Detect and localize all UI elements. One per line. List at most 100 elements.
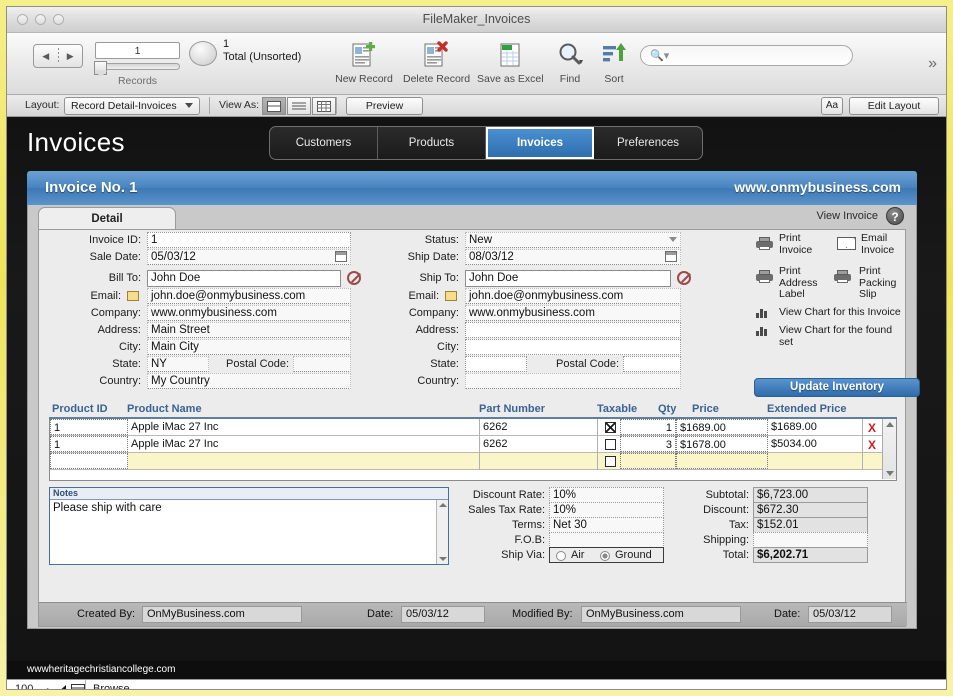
print-invoice-button[interactable]: Print Invoice xyxy=(779,232,812,256)
print-packing-slip-button[interactable]: Print Packing Slip xyxy=(859,265,896,301)
tab-customers[interactable]: Customers xyxy=(270,127,378,159)
cell-product-id[interactable] xyxy=(50,453,128,469)
ship-address-field[interactable] xyxy=(465,322,681,338)
no-drop-icon[interactable] xyxy=(677,271,691,285)
view-invoice-link[interactable]: View Invoice xyxy=(816,210,878,222)
bill-postal-field[interactable] xyxy=(293,356,351,372)
update-inventory-button[interactable]: Update Inventory xyxy=(754,378,920,397)
bill-city-field[interactable]: Main City xyxy=(147,339,351,355)
terms-field[interactable]: Net 30 xyxy=(549,517,664,533)
scroll-down-icon[interactable] xyxy=(886,471,894,476)
ship-date-field[interactable]: 08/03/12 xyxy=(465,249,681,265)
cell-qty[interactable] xyxy=(620,453,676,469)
chevron-down-icon[interactable] xyxy=(669,237,677,242)
view-chart-invoice-button[interactable]: View Chart for this Invoice xyxy=(779,306,901,319)
tab-detail[interactable]: Detail xyxy=(38,207,176,231)
delete-record-button[interactable]: Delete Record xyxy=(403,38,470,85)
table-row[interactable]: 1 Apple iMac 27 Inc 6262 1 $1689.00 $168… xyxy=(50,419,883,436)
cell-part-number[interactable] xyxy=(480,453,598,470)
ship-via-ground-radio[interactable] xyxy=(600,551,610,561)
bill-company-field[interactable]: www.onmybusiness.com xyxy=(147,305,351,321)
sales-tax-rate-field[interactable]: 10% xyxy=(549,502,664,518)
status-field[interactable]: New xyxy=(465,232,681,248)
notes-field[interactable]: Please ship with care xyxy=(53,502,162,514)
discount-rate-field[interactable]: 10% xyxy=(549,487,664,503)
cell-price[interactable] xyxy=(676,453,768,469)
view-as-list-button[interactable] xyxy=(287,97,311,115)
print-address-label-button[interactable]: Print Address Label xyxy=(779,265,818,301)
sale-date-field[interactable]: 05/03/12 xyxy=(147,249,351,265)
table-row[interactable] xyxy=(50,453,883,470)
notes-box[interactable]: Notes Please ship with care xyxy=(49,487,449,565)
cell-product-name[interactable]: Apple iMac 27 Inc xyxy=(128,419,480,436)
cell-product-name[interactable] xyxy=(128,453,480,470)
ship-company-field[interactable]: www.onmybusiness.com xyxy=(465,305,681,321)
line-items-scrollbar[interactable] xyxy=(882,419,896,479)
email-icon[interactable] xyxy=(445,291,457,301)
cell-taxable-checkbox[interactable] xyxy=(605,456,616,467)
next-record-icon[interactable]: ▶ xyxy=(59,51,83,62)
table-row[interactable]: 1 Apple iMac 27 Inc 6262 3 $1678.00 $503… xyxy=(50,436,883,453)
cell-part-number[interactable]: 6262 xyxy=(480,436,598,453)
save-as-excel-button[interactable]: Save as Excel xyxy=(477,38,544,85)
ship-state-field[interactable] xyxy=(465,356,527,372)
ship-via-group[interactable]: Air Ground xyxy=(549,547,664,563)
ship-city-field[interactable] xyxy=(465,339,681,355)
fob-field[interactable] xyxy=(549,532,664,548)
bill-address-field[interactable]: Main Street xyxy=(147,322,351,338)
record-slider-thumb[interactable] xyxy=(94,61,107,77)
layout-select[interactable]: Record Detail-Invoices xyxy=(64,97,200,115)
tab-invoices[interactable]: Invoices xyxy=(486,127,594,159)
record-navigation[interactable]: ◀ ▶ xyxy=(33,44,83,68)
text-format-button[interactable]: Aa xyxy=(821,97,843,115)
cell-product-name[interactable]: Apple iMac 27 Inc xyxy=(128,436,480,453)
zoom-out-icon[interactable] xyxy=(39,684,52,689)
toolbar-overflow-icon[interactable]: » xyxy=(928,55,937,73)
bill-email-field[interactable]: john.doe@onmybusiness.com xyxy=(147,288,351,304)
view-as-form-button[interactable] xyxy=(262,97,286,115)
tab-preferences[interactable]: Preferences xyxy=(594,127,702,159)
delete-row-button[interactable]: X xyxy=(868,421,876,435)
cell-part-number[interactable]: 6262 xyxy=(480,419,598,436)
cell-product-id[interactable]: 1 xyxy=(50,436,128,452)
scroll-up-icon[interactable] xyxy=(886,422,894,427)
calendar-icon[interactable] xyxy=(335,251,347,262)
found-set-button[interactable] xyxy=(189,41,217,66)
help-icon[interactable]: ? xyxy=(886,207,904,225)
cell-price[interactable]: $1678.00 xyxy=(676,436,768,452)
cell-qty[interactable]: 3 xyxy=(620,436,676,452)
cell-qty[interactable]: 1 xyxy=(620,419,676,435)
mode-button[interactable]: Browse xyxy=(93,683,130,689)
cell-price[interactable]: $1689.00 xyxy=(676,419,768,435)
record-number-input[interactable]: 1 xyxy=(95,42,180,59)
zoom-level[interactable]: 100 xyxy=(15,683,33,689)
ship-to-field[interactable]: John Doe xyxy=(465,270,671,287)
search-input[interactable]: 🔍▾ xyxy=(640,45,853,66)
bill-to-field[interactable]: John Doe xyxy=(147,270,341,287)
record-slider-track[interactable] xyxy=(95,63,180,70)
ship-email-field[interactable]: john.doe@onmybusiness.com xyxy=(465,288,681,304)
ship-country-field[interactable] xyxy=(465,373,681,389)
edit-layout-button[interactable]: Edit Layout xyxy=(849,97,939,115)
email-icon[interactable] xyxy=(127,291,139,301)
delete-row-button[interactable]: X xyxy=(868,438,876,452)
status-toggle-icon[interactable] xyxy=(71,684,85,689)
tab-products[interactable]: Products xyxy=(378,127,486,159)
cell-product-id[interactable]: 1 xyxy=(50,419,128,435)
view-as-table-button[interactable] xyxy=(312,97,336,115)
find-button[interactable]: Find xyxy=(543,38,597,85)
shipping-field[interactable] xyxy=(753,532,868,548)
zoom-in-icon[interactable] xyxy=(55,684,68,689)
bill-country-field[interactable]: My Country xyxy=(147,373,351,389)
no-drop-icon[interactable] xyxy=(347,271,361,285)
view-chart-found-set-button[interactable]: View Chart for the found set xyxy=(779,324,905,348)
cell-taxable-checkbox[interactable] xyxy=(605,439,616,450)
new-record-button[interactable]: New Record xyxy=(331,38,397,85)
calendar-icon[interactable] xyxy=(665,251,677,262)
preview-button[interactable]: Preview xyxy=(346,97,423,115)
ship-via-air-radio[interactable] xyxy=(556,551,566,561)
bill-state-field[interactable]: NY xyxy=(147,356,209,372)
sort-button[interactable]: Sort xyxy=(590,38,638,85)
cell-taxable-checkbox[interactable] xyxy=(605,422,616,433)
invoice-id-field[interactable]: 1 xyxy=(147,232,351,248)
